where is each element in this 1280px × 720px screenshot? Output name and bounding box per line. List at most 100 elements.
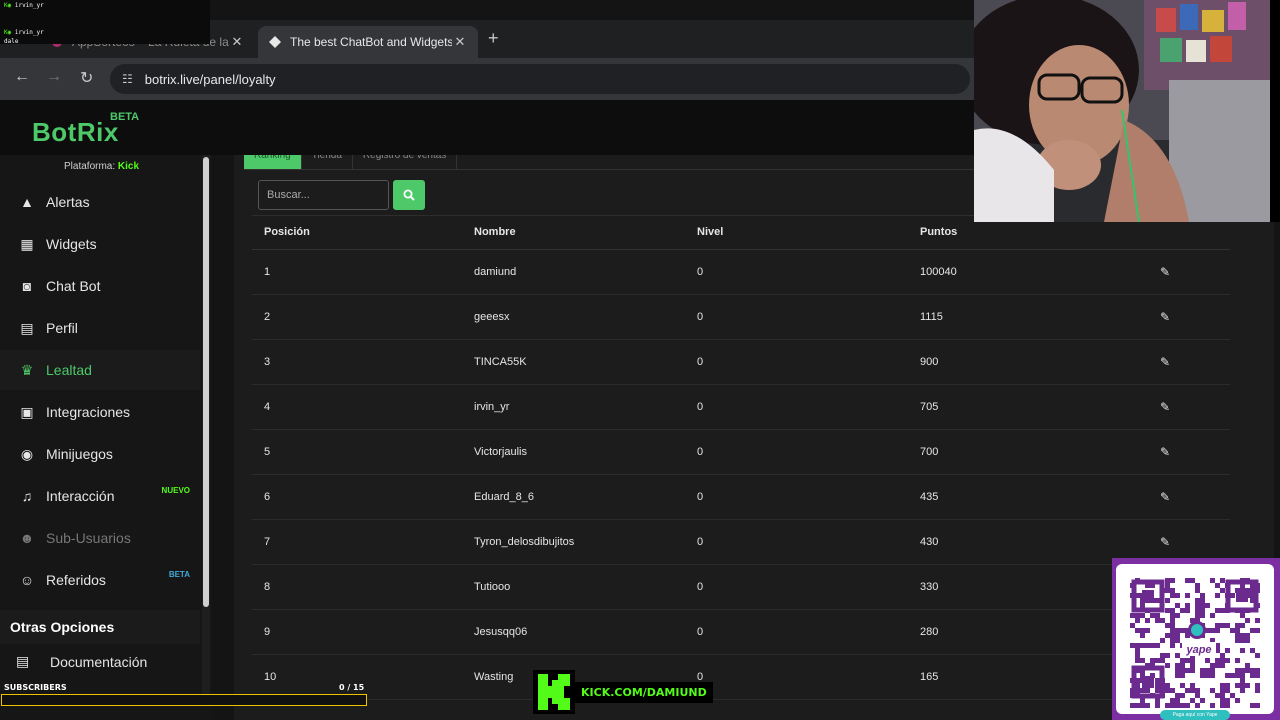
qr-module	[1245, 683, 1250, 688]
sidebar-item-documentacion[interactable]: ▤ Documentación	[16, 653, 147, 670]
qr-module	[1175, 663, 1180, 668]
sidebar-item-sub-usuarios[interactable]: ☻ Sub-Usuarios	[0, 518, 200, 558]
tab-ranking[interactable]: Ranking	[244, 155, 302, 169]
close-tab-icon[interactable]: ✕	[452, 34, 468, 50]
new-tab-plus-icon[interactable]: +	[488, 28, 499, 49]
qr-module	[1215, 628, 1220, 633]
sidebar-item-alertas[interactable]: ▲ Alertas	[0, 182, 200, 222]
cell-name: Tyron_delosdibujitos	[474, 536, 575, 548]
sidebar-item-interaccion[interactable]: ♫ Interacción NUEVO	[0, 476, 200, 516]
back-arrow-icon[interactable]: ←	[14, 68, 30, 86]
platform-label: Plataforma:	[64, 161, 116, 172]
site-settings-icon[interactable]: ☷	[122, 72, 133, 86]
reload-icon[interactable]: ↻	[80, 68, 93, 88]
sidebar-item-referidos[interactable]: ☺ Referidos BETA	[0, 560, 200, 600]
sidebar-item-integraciones[interactable]: ▣ Integraciones	[0, 392, 200, 432]
qr-module	[1170, 643, 1175, 648]
table-row: 5 Victorjaulis 0 700 ✎	[252, 430, 1230, 475]
qr-module	[1155, 703, 1160, 708]
platform-indicator: Plataforma: Kick	[64, 161, 139, 172]
qr-module	[1195, 688, 1200, 693]
cell-points: 435	[920, 491, 939, 503]
platform-value: Kick	[117, 161, 140, 172]
edit-pencil-icon[interactable]: ✎	[1160, 355, 1170, 369]
qr-module	[1140, 643, 1145, 648]
panel-tabs: Ranking Tienda Registro de ventas	[244, 155, 458, 169]
qr-module	[1180, 673, 1185, 678]
edit-pencil-icon[interactable]: ✎	[1160, 445, 1170, 459]
browser-tab-botrix[interactable]: The best ChatBot and Widgets f ✕	[258, 26, 478, 58]
qr-module	[1135, 618, 1140, 623]
edit-pencil-icon[interactable]: ✎	[1160, 400, 1170, 414]
qr-module	[1210, 688, 1215, 693]
cell-actions: ✎	[1140, 490, 1230, 504]
cell-level: 0	[697, 446, 704, 458]
cell-position: 2	[264, 311, 271, 323]
edit-pencil-icon[interactable]: ✎	[1160, 490, 1170, 504]
sidebar-scrollbar-thumb[interactable]	[203, 157, 209, 607]
qr-module	[1235, 633, 1240, 638]
close-tab-icon[interactable]: ✕	[229, 34, 245, 50]
yape-qr-code: yape	[1116, 564, 1274, 714]
robot-icon: ◙	[22, 278, 32, 294]
qr-module	[1155, 613, 1160, 618]
sidebar-item-widgets[interactable]: ▦ Widgets	[0, 224, 200, 264]
cell-position: 3	[264, 356, 271, 368]
qr-module	[1220, 693, 1225, 698]
table-row: 7 Tyron_delosdibujitos 0 430 ✎	[252, 520, 1230, 565]
qr-module	[1250, 703, 1255, 708]
cell-actions: ✎	[1140, 310, 1230, 324]
edit-pencil-icon[interactable]: ✎	[1160, 310, 1170, 324]
sidebar-item-perfil[interactable]: ▤ Perfil	[0, 308, 200, 348]
gutter	[212, 155, 234, 720]
gamepad-icon: ◉	[20, 445, 34, 462]
cell-points: 700	[920, 446, 939, 458]
search-button[interactable]	[393, 180, 425, 210]
sidebar: Plataforma: Kick ▲ Alertas ▦ Widgets ◙ C…	[0, 155, 212, 720]
qr-module	[1215, 608, 1220, 613]
cell-position: 4	[264, 401, 271, 413]
url-field[interactable]: ☷ botrix.live/panel/loyalty	[110, 64, 970, 94]
qr-module	[1200, 593, 1205, 598]
qr-module	[1245, 638, 1250, 643]
qr-module	[1155, 688, 1160, 693]
qr-module	[1135, 648, 1140, 653]
qr-module	[1185, 593, 1190, 598]
edit-pencil-icon[interactable]: ✎	[1160, 265, 1170, 279]
qr-module	[1135, 653, 1140, 658]
table-row: 3 TINCA55K 0 900 ✎	[252, 340, 1230, 385]
logo-beta-badge: BETA	[110, 111, 140, 123]
qr-module	[1190, 578, 1195, 583]
qr-module	[1195, 703, 1200, 708]
edit-pencil-icon[interactable]: ✎	[1160, 535, 1170, 549]
cell-name: irvin_yr	[474, 401, 510, 413]
sidebar-item-lealtad[interactable]: ♛ Lealtad	[0, 350, 200, 390]
tab-registro-ventas[interactable]: Registro de ventas	[353, 155, 458, 169]
qr-module	[1195, 588, 1200, 593]
search-icon	[403, 189, 415, 201]
qr-module	[1185, 703, 1190, 708]
botrix-logo[interactable]: BotRix	[32, 117, 119, 148]
qr-module	[1165, 608, 1170, 613]
qr-module	[1140, 688, 1145, 693]
sidebar-item-minijuegos[interactable]: ◉ Minijuegos	[0, 434, 200, 474]
qr-module	[1210, 673, 1215, 678]
sidebar-item-chatbot[interactable]: ◙ Chat Bot	[0, 266, 200, 306]
qr-module	[1150, 658, 1155, 663]
qr-module	[1240, 668, 1245, 673]
cell-name: Eduard_8_6	[474, 491, 534, 503]
forward-arrow-icon[interactable]: →	[46, 68, 62, 86]
qr-module	[1230, 693, 1235, 698]
column-header-nombre: Nombre	[474, 226, 516, 238]
qr-module	[1140, 703, 1145, 708]
qr-module	[1155, 698, 1160, 703]
qr-module	[1180, 658, 1185, 663]
tab-tienda[interactable]: Tienda	[302, 155, 353, 169]
qr-module	[1190, 668, 1195, 673]
qr-module	[1195, 598, 1200, 603]
qr-module	[1180, 663, 1185, 668]
search-input[interactable]	[258, 180, 389, 210]
qr-module	[1135, 628, 1140, 633]
qr-module	[1145, 628, 1150, 633]
table-body: 1 damiund 0 100040 ✎ 2 geeesx 0 1115 ✎ 3 TINCA55K 0 9…	[252, 250, 1230, 700]
